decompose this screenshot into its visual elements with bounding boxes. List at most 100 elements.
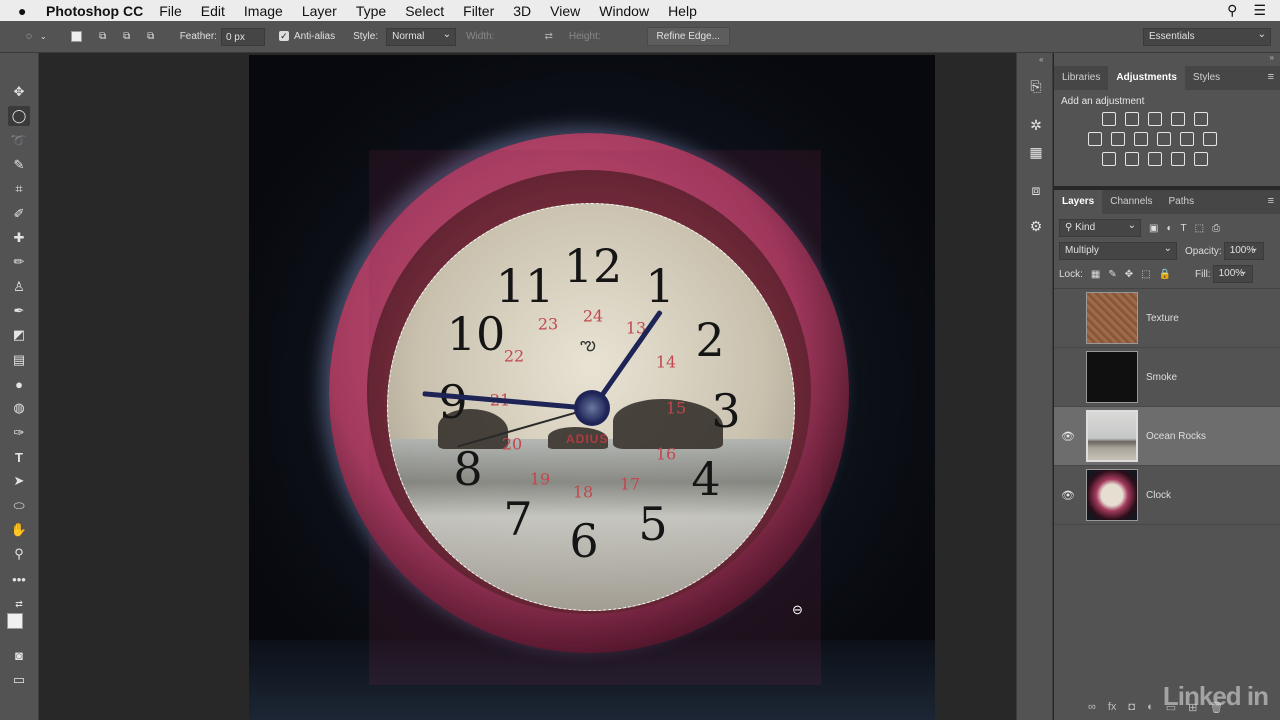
ellipse-shape-tool-icon[interactable]: ⬭: [8, 496, 30, 516]
layer-name[interactable]: Clock: [1146, 490, 1171, 501]
panel-collapse-icon[interactable]: »: [1054, 53, 1280, 66]
brightness-contrast-icon[interactable]: [1102, 112, 1116, 126]
menu-help[interactable]: Help: [668, 3, 697, 19]
more-tools-icon[interactable]: •••: [8, 569, 30, 589]
lock-all-icon[interactable]: 🔒: [1159, 269, 1171, 280]
tab-styles[interactable]: Styles: [1185, 66, 1228, 90]
curves-icon[interactable]: [1148, 112, 1162, 126]
gradient-map-icon[interactable]: [1194, 152, 1208, 166]
app-name[interactable]: Photoshop CC: [46, 3, 143, 19]
kind-filter-select[interactable]: ⚲ Kind: [1059, 218, 1141, 237]
menu-edit[interactable]: Edit: [201, 3, 225, 19]
crop-tool-icon[interactable]: ⌗: [8, 179, 30, 199]
menu-layer[interactable]: Layer: [302, 3, 337, 19]
invert-icon[interactable]: [1102, 152, 1116, 166]
path-selection-tool-icon[interactable]: ➤: [8, 471, 30, 491]
type-tool-icon[interactable]: T: [8, 447, 30, 467]
vibrance-icon[interactable]: [1194, 112, 1208, 126]
brushes-panel-icon[interactable]: ▦: [1025, 141, 1047, 163]
clone-stamp-tool-icon[interactable]: ♙: [8, 277, 30, 297]
adjustment-filter-icon[interactable]: ◐: [1166, 223, 1172, 234]
black-white-icon[interactable]: [1134, 132, 1148, 146]
type-filter-icon[interactable]: T: [1181, 223, 1187, 234]
channel-mixer-icon[interactable]: [1180, 132, 1194, 146]
zoom-tool-icon[interactable]: ⚲: [8, 544, 30, 564]
levels-icon[interactable]: [1125, 112, 1139, 126]
style-select[interactable]: Normal: [386, 27, 457, 46]
menu-3d[interactable]: 3D: [513, 3, 531, 19]
feather-input[interactable]: 0 px: [220, 27, 265, 46]
menu-select[interactable]: Select: [405, 3, 444, 19]
link-layers-icon[interactable]: ∞: [1088, 701, 1096, 713]
posterize-icon[interactable]: [1125, 152, 1139, 166]
canvas-area[interactable]: 12 1 2 3 4 5 6 7 8 9 10 11 24 13 14 15 1…: [40, 53, 1015, 720]
add-to-selection-icon[interactable]: ⧉: [94, 28, 112, 46]
clock-face-selection[interactable]: 12 1 2 3 4 5 6 7 8 9 10 11 24 13 14 15 1…: [387, 203, 795, 611]
quick-mask-icon[interactable]: ◙: [8, 645, 30, 665]
quick-selection-tool-icon[interactable]: ✎: [8, 155, 30, 175]
swap-icon[interactable]: ⇄: [544, 31, 552, 42]
brush-tool-icon[interactable]: ✏: [8, 252, 30, 272]
lasso-tool-icon[interactable]: ➰: [8, 131, 30, 151]
layer-name[interactable]: Smoke: [1146, 372, 1177, 383]
document-canvas[interactable]: 12 1 2 3 4 5 6 7 8 9 10 11 24 13 14 15 1…: [249, 55, 935, 720]
layer-row-clock[interactable]: 👁 Clock: [1054, 466, 1280, 525]
selective-color-icon[interactable]: [1171, 152, 1185, 166]
shape-filter-icon[interactable]: ⬚: [1195, 223, 1204, 234]
foreground-color-swatch[interactable]: [7, 613, 23, 629]
intersect-selection-icon[interactable]: ⧉: [142, 28, 160, 46]
default-colors-icon[interactable]: ⇄: [8, 594, 30, 614]
eraser-tool-icon[interactable]: ◩: [8, 325, 30, 345]
blend-mode-select[interactable]: Multiply: [1059, 241, 1177, 260]
threshold-icon[interactable]: [1148, 152, 1162, 166]
clone-source-icon[interactable]: ⧈: [1025, 179, 1047, 201]
menu-type[interactable]: Type: [356, 3, 386, 19]
apple-icon[interactable]: ●: [18, 3, 46, 19]
spotlight-search-icon[interactable]: ⚲: [1227, 2, 1237, 19]
workspace-select[interactable]: Essentials: [1143, 27, 1271, 46]
brush-settings-icon[interactable]: ✲: [1025, 114, 1047, 136]
menu-filter[interactable]: Filter: [463, 3, 494, 19]
elliptical-marquee-preset-icon[interactable]: ◌: [20, 28, 38, 46]
properties-panel-icon[interactable]: ⚙: [1025, 215, 1047, 237]
blur-tool-icon[interactable]: ●: [8, 374, 30, 394]
anti-alias-checkbox[interactable]: ✓ Anti-alias: [278, 31, 335, 42]
panel-menu-icon[interactable]: ≡: [1268, 195, 1274, 207]
history-brush-tool-icon[interactable]: ✒: [8, 301, 30, 321]
new-adjustment-icon[interactable]: ◐: [1147, 701, 1154, 713]
lock-pixels-icon[interactable]: ✎: [1108, 269, 1116, 280]
tab-libraries[interactable]: Libraries: [1054, 66, 1108, 90]
menu-image[interactable]: Image: [244, 3, 283, 19]
lock-position-icon[interactable]: ✥: [1125, 269, 1133, 280]
lock-artboard-icon[interactable]: ⬚: [1141, 269, 1150, 280]
layer-style-icon[interactable]: fx: [1108, 701, 1117, 713]
dodge-tool-icon[interactable]: ◍: [8, 398, 30, 418]
color-balance-icon[interactable]: [1111, 132, 1125, 146]
tab-channels[interactable]: Channels: [1102, 190, 1160, 214]
tab-layers[interactable]: Layers: [1054, 190, 1103, 214]
add-mask-icon[interactable]: ◘: [1128, 701, 1135, 713]
subtract-from-selection-icon[interactable]: ⧉: [118, 28, 136, 46]
exposure-icon[interactable]: [1171, 112, 1185, 126]
hand-tool-icon[interactable]: ✋: [8, 520, 30, 540]
opacity-input[interactable]: 100%: [1223, 241, 1264, 260]
new-selection-icon[interactable]: [70, 31, 82, 42]
layer-row-smoke[interactable]: Smoke: [1054, 348, 1280, 407]
chevron-down-icon[interactable]: ⌄: [40, 32, 47, 41]
menu-window[interactable]: Window: [599, 3, 649, 19]
notification-list-icon[interactable]: ☰: [1253, 2, 1266, 19]
panel-menu-icon[interactable]: ≡: [1268, 71, 1274, 83]
layer-row-texture[interactable]: Texture: [1054, 289, 1280, 348]
smart-object-filter-icon[interactable]: ⎙: [1212, 223, 1220, 234]
healing-brush-tool-icon[interactable]: ✚: [8, 228, 30, 248]
fill-input[interactable]: 100%: [1212, 264, 1253, 283]
eye-icon[interactable]: 👁: [1054, 489, 1082, 502]
menu-view[interactable]: View: [550, 3, 580, 19]
photo-filter-icon[interactable]: [1157, 132, 1171, 146]
history-panel-icon[interactable]: ⎘: [1025, 75, 1047, 97]
layer-name[interactable]: Texture: [1146, 313, 1179, 324]
collapse-arrows-icon[interactable]: «: [1039, 55, 1043, 64]
tab-adjustments[interactable]: Adjustments: [1108, 66, 1185, 90]
refine-edge-button[interactable]: Refine Edge...: [646, 27, 730, 46]
pixel-filter-icon[interactable]: ▣: [1149, 223, 1158, 234]
